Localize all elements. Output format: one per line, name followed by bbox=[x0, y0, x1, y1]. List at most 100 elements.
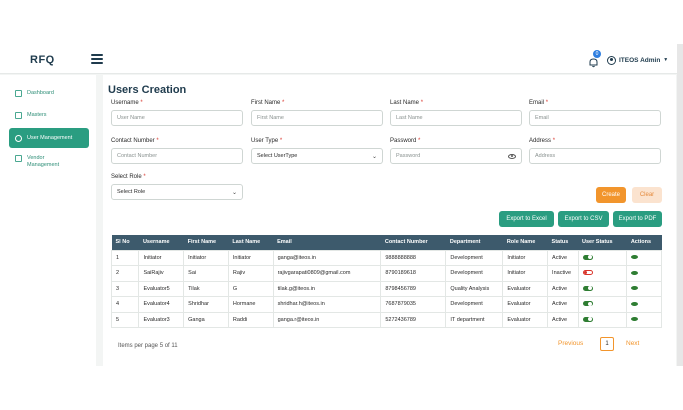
cell-user-status bbox=[577, 249, 628, 266]
username-field-group: Username * User Name bbox=[111, 100, 243, 126]
user-status-toggle[interactable] bbox=[582, 301, 593, 307]
cell-sl: 4 bbox=[110, 296, 140, 313]
vendor-icon bbox=[15, 155, 22, 162]
cell-email: ganga@iteos.in bbox=[272, 249, 382, 266]
notification-bell-icon[interactable]: 0 bbox=[588, 50, 601, 68]
cell-user-status bbox=[577, 265, 628, 282]
view-eye-icon[interactable] bbox=[631, 255, 639, 260]
brand-logo: RFQ bbox=[30, 54, 55, 66]
cell-role: Evaluator bbox=[502, 311, 549, 328]
export-excel-button[interactable]: Export to Excel bbox=[499, 211, 554, 227]
role-select[interactable]: Select Role ⌄ bbox=[111, 184, 243, 200]
top-bar: RFQ 0 ITEOS Admin ▼ bbox=[0, 44, 683, 74]
sidebar-item-masters[interactable]: Masters bbox=[9, 105, 89, 125]
page-title: Users Creation bbox=[108, 84, 187, 96]
cell-role: Initiator bbox=[502, 265, 549, 282]
masters-icon bbox=[15, 111, 22, 119]
pagination-previous-button[interactable]: Previous bbox=[558, 340, 583, 347]
cell-contact: 8798456789 bbox=[380, 280, 447, 297]
cell-role: Initiator bbox=[502, 249, 549, 266]
pagination-next-button[interactable]: Next bbox=[626, 340, 639, 347]
view-eye-icon[interactable] bbox=[631, 317, 639, 322]
user-status-toggle[interactable] bbox=[582, 254, 593, 260]
sidebar-item-user-management[interactable]: User Management bbox=[9, 128, 89, 148]
username-label: Username * bbox=[111, 100, 143, 106]
email-input[interactable]: Email bbox=[529, 110, 661, 126]
user-status-toggle[interactable] bbox=[582, 316, 593, 322]
column-header: Contact Number bbox=[380, 235, 446, 250]
user-name: ITEOS Admin bbox=[619, 56, 661, 64]
menu-toggle-icon[interactable] bbox=[91, 54, 103, 64]
cell-department: Development bbox=[445, 296, 504, 313]
vertical-scrollbar[interactable] bbox=[677, 44, 683, 366]
sidebar-item-label: Masters bbox=[27, 111, 47, 118]
clear-button[interactable]: Clear bbox=[632, 187, 662, 203]
cell-username: Evaluator4 bbox=[138, 296, 185, 313]
user-menu[interactable]: ITEOS Admin ▼ bbox=[607, 54, 668, 66]
cell-first-name: Initiator bbox=[183, 249, 229, 266]
cell-department: IT department bbox=[445, 311, 504, 328]
export-csv-button[interactable]: Export to CSV bbox=[558, 211, 609, 227]
view-eye-icon[interactable] bbox=[631, 270, 639, 275]
cell-actions bbox=[626, 249, 662, 266]
password-label: Password * bbox=[390, 138, 421, 144]
username-input[interactable]: User Name bbox=[111, 110, 243, 126]
first-name-label: First Name * bbox=[251, 100, 285, 106]
user-type-field-group: User Type * Select UserType ⌄ bbox=[251, 138, 383, 164]
cell-status: Active bbox=[547, 280, 579, 297]
export-pdf-button[interactable]: Export to PDF bbox=[613, 211, 662, 227]
pagination-page-button[interactable]: 1 bbox=[600, 337, 614, 351]
user-type-select[interactable]: Select UserType ⌄ bbox=[251, 148, 383, 164]
column-header: Role Name bbox=[502, 235, 548, 250]
column-header: User Status bbox=[578, 235, 627, 250]
user-status-toggle[interactable] bbox=[582, 285, 593, 291]
cell-department: Quality Analysis bbox=[445, 280, 504, 297]
cell-actions bbox=[626, 280, 662, 297]
address-label: Address * bbox=[529, 138, 556, 144]
chevron-down-icon: ⌄ bbox=[231, 189, 237, 196]
view-eye-icon[interactable] bbox=[631, 301, 639, 306]
password-input[interactable]: Password bbox=[390, 148, 522, 164]
view-eye-icon[interactable] bbox=[631, 286, 639, 291]
cell-user-status bbox=[577, 280, 628, 297]
cell-first-name: Tilak bbox=[183, 280, 229, 297]
address-input[interactable]: Address bbox=[529, 148, 661, 164]
sidebar-item-dashboard[interactable]: Dashboard bbox=[9, 83, 89, 103]
table-row: 2 SaiRajiv Sai Rajiv rajivgarapati0809@g… bbox=[110, 265, 662, 282]
first-name-input[interactable]: First Name bbox=[251, 110, 383, 126]
chevron-down-icon: ▼ bbox=[663, 57, 669, 63]
sidebar-item-vendor-management[interactable]: Vendor Management bbox=[9, 153, 89, 177]
cell-user-status bbox=[577, 296, 628, 313]
column-header: Sl No bbox=[111, 235, 139, 250]
email-label: Email * bbox=[529, 100, 549, 106]
cell-sl: 3 bbox=[110, 280, 140, 297]
user-status-toggle[interactable] bbox=[582, 270, 593, 276]
cell-username: Evaluator3 bbox=[138, 311, 185, 328]
column-header: Username bbox=[138, 235, 184, 250]
create-button[interactable]: Create bbox=[596, 187, 626, 203]
cell-last-name: Raddi bbox=[227, 311, 274, 328]
sidebar-item-label: Dashboard bbox=[27, 89, 54, 96]
last-name-label: Last Name * bbox=[390, 100, 424, 106]
role-field-group: Select Role * Select Role ⌄ bbox=[111, 174, 243, 200]
cell-username: Evaluator5 bbox=[138, 280, 185, 297]
cell-user-status bbox=[577, 311, 628, 328]
column-header: Last Name bbox=[228, 235, 274, 250]
cell-status: Active bbox=[547, 311, 579, 328]
cell-last-name: Rajiv bbox=[227, 265, 274, 282]
last-name-input[interactable]: Last Name bbox=[390, 110, 522, 126]
pagination-info: Items per page 5 of 11 bbox=[118, 343, 178, 349]
cell-username: Initiator bbox=[138, 249, 185, 266]
sidebar-item-label: User Management bbox=[27, 134, 73, 141]
users-table: Sl No Username First Name Last Name Emai… bbox=[110, 235, 662, 328]
cell-contact: 8790189618 bbox=[380, 265, 447, 282]
cell-status: Active bbox=[547, 249, 579, 266]
table-header-row: Sl No Username First Name Last Name Emai… bbox=[111, 235, 662, 250]
cell-department: Development bbox=[445, 265, 504, 282]
notification-badge: 0 bbox=[593, 50, 601, 58]
user-type-label: User Type * bbox=[251, 138, 283, 144]
contact-input[interactable]: Contact Number bbox=[111, 148, 243, 164]
cell-status: Active bbox=[547, 296, 579, 313]
show-password-eye-icon[interactable] bbox=[508, 153, 516, 159]
cell-last-name: Initiator bbox=[227, 249, 274, 266]
